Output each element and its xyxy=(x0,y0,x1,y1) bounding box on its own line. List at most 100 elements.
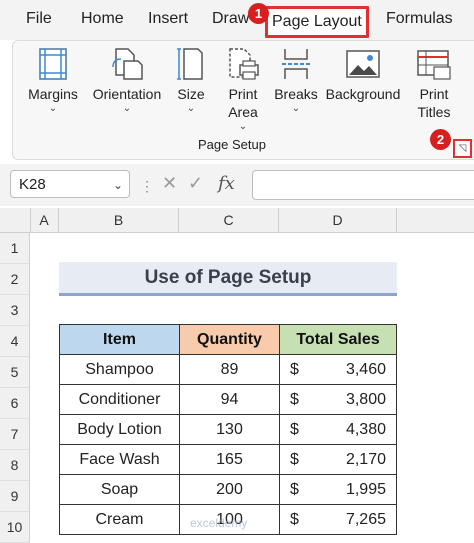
size-button[interactable]: Size ⌄ xyxy=(173,47,209,115)
size-label: Size xyxy=(177,86,205,102)
column-header-row: A B C D xyxy=(0,208,474,233)
sales-cell[interactable]: $4,380 xyxy=(279,414,397,445)
row-header-1[interactable]: 1 xyxy=(0,233,30,264)
menu-formulas[interactable]: Formulas xyxy=(386,10,453,28)
data-table: Item Quantity Total Sales Shampoo 89 $3,… xyxy=(59,324,397,535)
background-button[interactable]: Background xyxy=(323,47,403,103)
menu-home[interactable]: Home xyxy=(81,10,124,28)
row-header-9[interactable]: 9 xyxy=(0,481,30,512)
formula-input[interactable] xyxy=(252,170,474,200)
sales-amount: 7,265 xyxy=(345,511,386,528)
print-titles-button[interactable]: Print Titles xyxy=(411,47,457,121)
enter-check-icon[interactable]: ✓ xyxy=(188,173,203,194)
column-header-a[interactable]: A xyxy=(30,208,59,232)
currency-symbol: $ xyxy=(290,481,299,498)
chevron-down-icon: ⌄ xyxy=(122,103,132,114)
select-all-corner[interactable] xyxy=(0,208,31,232)
item-cell[interactable]: Conditioner xyxy=(59,384,180,415)
row-header-10[interactable]: 10 xyxy=(0,512,30,543)
watermark-logo: exceldemy xyxy=(190,516,248,530)
step-marker-1: 1 xyxy=(248,3,269,24)
chevron-down-icon: ⌄ xyxy=(291,103,301,114)
item-cell[interactable]: Face Wash xyxy=(59,444,180,475)
table-row: Body Lotion 130 $4,380 xyxy=(59,414,397,445)
breaks-icon xyxy=(282,49,310,79)
menu-page-layout[interactable]: Page Layout xyxy=(265,6,369,38)
table-header-row: Item Quantity Total Sales xyxy=(59,324,397,355)
table-row: Face Wash 165 $2,170 xyxy=(59,444,397,475)
quantity-cell[interactable]: 130 xyxy=(179,414,280,445)
quantity-cell[interactable]: 165 xyxy=(179,444,280,475)
print-area-button[interactable]: Print Area ⌄ xyxy=(219,47,267,133)
name-box[interactable]: K28 ⌄ xyxy=(10,170,130,198)
print-area-icon xyxy=(229,48,259,80)
header-total-sales[interactable]: Total Sales xyxy=(279,324,397,355)
currency-symbol: $ xyxy=(290,421,299,438)
orientation-icon xyxy=(112,48,143,80)
sales-cell[interactable]: $2,170 xyxy=(279,444,397,475)
row-header-8[interactable]: 8 xyxy=(0,450,30,481)
chevron-down-icon[interactable]: ⌄ xyxy=(113,171,123,199)
sales-amount: 4,380 xyxy=(345,421,386,438)
sales-amount: 3,800 xyxy=(345,391,386,408)
page-setup-group-label: Page Setup xyxy=(198,137,266,152)
currency-symbol: $ xyxy=(290,391,299,408)
step-marker-2: 2 xyxy=(430,129,451,150)
row-header-3[interactable]: 3 xyxy=(0,295,30,326)
insert-function-icon[interactable]: fx xyxy=(218,173,235,194)
menu-file[interactable]: File xyxy=(26,10,52,28)
margins-button[interactable]: Margins ⌄ xyxy=(25,47,81,115)
sales-amount: 2,170 xyxy=(345,451,386,468)
row-header-6[interactable]: 6 xyxy=(0,388,30,419)
item-cell[interactable]: Cream xyxy=(59,504,180,535)
page-setup-dialog-launcher-icon[interactable]: ◹ xyxy=(453,139,472,158)
item-cell[interactable]: Shampoo xyxy=(59,354,180,385)
column-header-c[interactable]: C xyxy=(179,208,279,232)
row-header-7[interactable]: 7 xyxy=(0,419,30,450)
formula-bar: K28 ⌄ ⋮ ✕ ✓ fx xyxy=(0,164,474,206)
currency-symbol: $ xyxy=(290,361,299,378)
sales-cell[interactable]: $7,265 xyxy=(279,504,397,535)
sales-cell[interactable]: $3,800 xyxy=(279,384,397,415)
currency-symbol: $ xyxy=(290,511,299,528)
chevron-down-icon: ⌄ xyxy=(238,121,248,132)
menu-insert[interactable]: Insert xyxy=(148,10,188,28)
background-image-icon xyxy=(346,50,380,78)
background-label: Background xyxy=(325,86,401,102)
sales-cell[interactable]: $3,460 xyxy=(279,354,397,385)
item-cell[interactable]: Soap xyxy=(59,474,180,505)
sheet-title[interactable]: Use of Page Setup xyxy=(59,262,397,296)
column-header-d[interactable]: D xyxy=(279,208,397,232)
chevron-down-icon: ⌄ xyxy=(186,103,196,114)
orientation-button[interactable]: Orientation ⌄ xyxy=(87,47,167,115)
quantity-cell[interactable]: 200 xyxy=(179,474,280,505)
sales-amount: 3,460 xyxy=(345,361,386,378)
quantity-cell[interactable]: 94 xyxy=(179,384,280,415)
row-header-2[interactable]: 2 xyxy=(0,264,30,295)
header-quantity[interactable]: Quantity xyxy=(179,324,280,355)
breaks-label: Breaks xyxy=(274,86,318,102)
quantity-cell[interactable]: 89 xyxy=(179,354,280,385)
print-titles-label-1: Print xyxy=(419,86,449,102)
row-header-5[interactable]: 5 xyxy=(0,357,30,388)
currency-symbol: $ xyxy=(290,451,299,468)
margins-icon xyxy=(39,48,67,80)
menu-draw[interactable]: Draw xyxy=(212,10,249,28)
size-icon xyxy=(177,48,203,80)
table-row: Soap 200 $1,995 xyxy=(59,474,397,505)
menu-bar: File Home Insert Draw Page Layout Formul… xyxy=(0,0,474,40)
column-header-b[interactable]: B xyxy=(59,208,179,232)
item-cell[interactable]: Body Lotion xyxy=(59,414,180,445)
row-header-4[interactable]: 4 xyxy=(0,326,30,357)
header-item[interactable]: Item xyxy=(59,324,180,355)
more-options-icon[interactable]: ⋮ xyxy=(140,178,154,195)
ribbon-page-setup: Margins ⌄ Orientation ⌄ Size ⌄ Print Are… xyxy=(12,40,474,160)
cancel-icon[interactable]: ✕ xyxy=(162,173,177,194)
print-titles-label-2: Titles xyxy=(417,104,451,120)
sales-cell[interactable]: $1,995 xyxy=(279,474,397,505)
breaks-button[interactable]: Breaks ⌄ xyxy=(273,47,319,115)
margins-label: Margins xyxy=(28,86,78,102)
formula-controls: ✕ ✓ fx xyxy=(158,170,246,198)
print-area-label-1: Print xyxy=(228,86,258,102)
name-box-value: K28 xyxy=(19,176,46,193)
